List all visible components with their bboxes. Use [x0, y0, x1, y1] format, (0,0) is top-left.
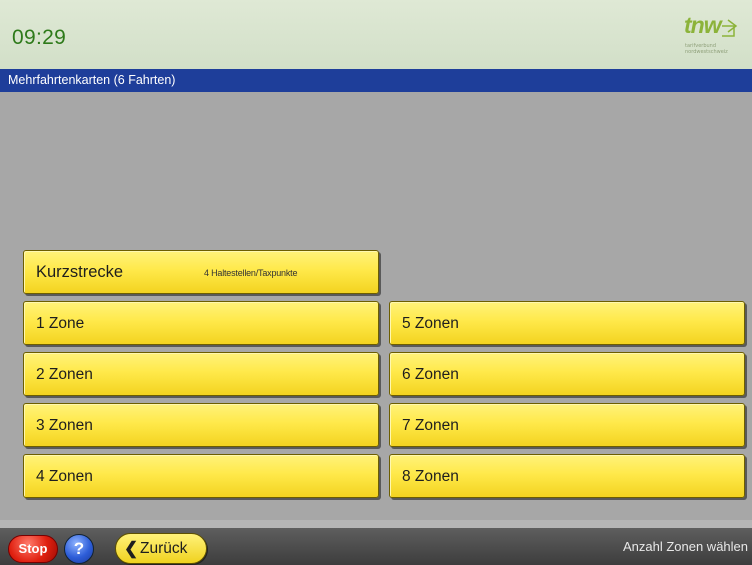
zone-2-button[interactable]: 2 Zonen: [23, 352, 379, 396]
back-button[interactable]: ❮ Zurück: [115, 533, 207, 564]
button-label: 3 Zonen: [36, 417, 93, 434]
button-label: 7 Zonen: [402, 417, 459, 434]
zone-1-button[interactable]: 1 Zone: [23, 301, 379, 345]
title-bar: Mehrfahrtenkarten (6 Fahrten): [0, 69, 752, 92]
footer-bar: Stop ? ❮ Zurück Anzahl Zonen wählen: [0, 528, 752, 565]
button-label: 2 Zonen: [36, 366, 93, 383]
ticket-machine-screen: 09:29 tnw tarifverbund nordwestschweiz M…: [0, 0, 752, 565]
zone-4-button[interactable]: 4 Zonen: [23, 454, 379, 498]
header: 09:29 tnw tarifverbund nordwestschweiz: [0, 0, 752, 70]
button-label: 4 Zonen: [36, 468, 93, 485]
chevron-left-icon: ❮: [124, 539, 139, 558]
button-label: 5 Zonen: [402, 315, 459, 332]
button-label: 8 Zonen: [402, 468, 459, 485]
zone-8-button[interactable]: 8 Zonen: [389, 454, 745, 498]
logo-tagline: nordwestschweiz: [685, 49, 728, 55]
tnw-logo: tnw tarifverbund nordwestschweiz: [678, 12, 738, 60]
back-button-label: Zurück: [140, 540, 188, 557]
stop-button[interactable]: Stop: [8, 535, 58, 563]
help-button[interactable]: ?: [64, 534, 94, 564]
zone-5-button[interactable]: 5 Zonen: [389, 301, 745, 345]
divider: [0, 520, 752, 528]
instruction-text: Anzahl Zonen wählen: [622, 539, 748, 554]
zone-7-button[interactable]: 7 Zonen: [389, 403, 745, 447]
button-label: Kurzstrecke: [36, 263, 124, 281]
kurzstrecke-button[interactable]: Kurzstrecke 4 Haltestellen/Taxpunkte: [23, 250, 379, 294]
button-label: 1 Zone: [36, 315, 85, 332]
button-label: 6 Zonen: [402, 366, 459, 383]
button-sublabel: 4 Haltestellen/Taxpunkte: [204, 268, 298, 278]
zone-6-button[interactable]: 6 Zonen: [389, 352, 745, 396]
page-title: Mehrfahrtenkarten (6 Fahrten): [8, 73, 176, 87]
zone-3-button[interactable]: 3 Zonen: [23, 403, 379, 447]
clock: 09:29: [12, 26, 67, 49]
